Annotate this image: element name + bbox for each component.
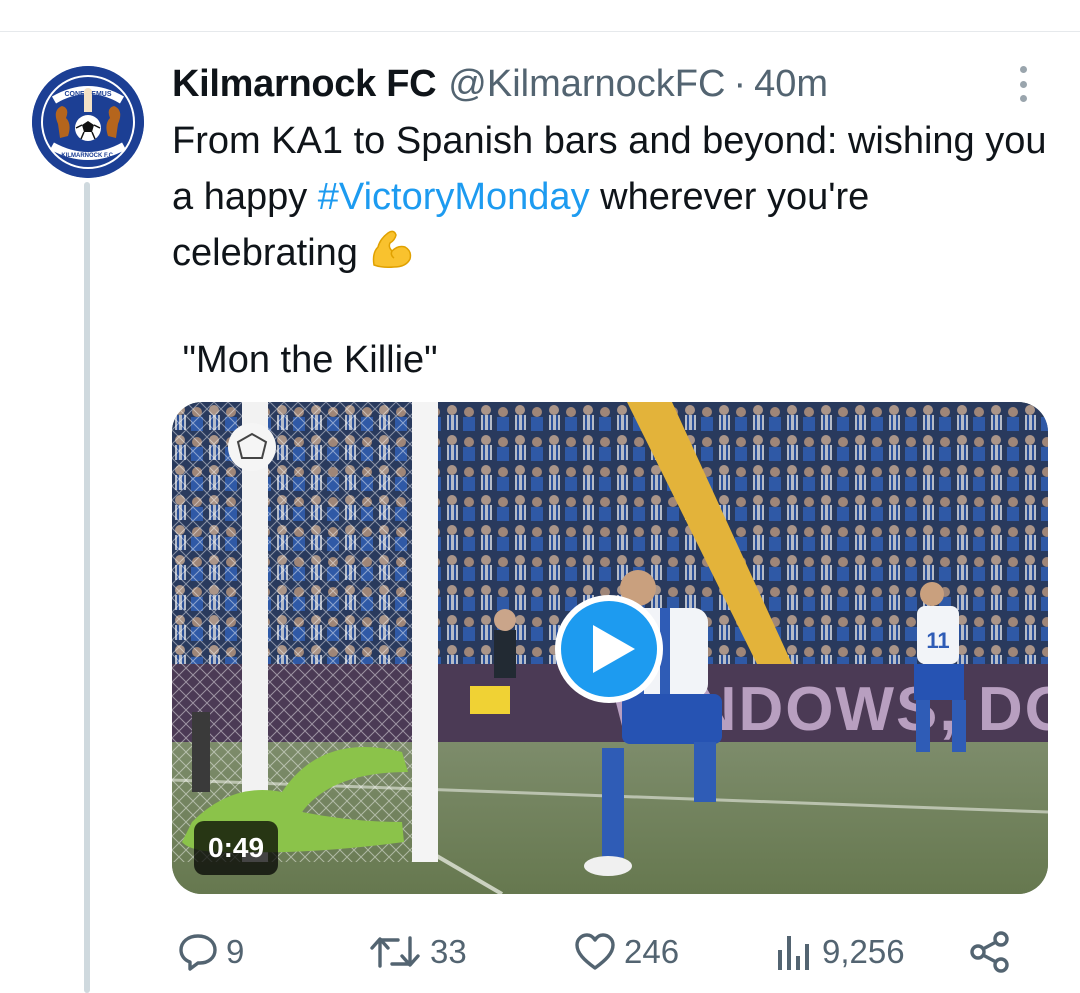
share-icon xyxy=(970,931,1009,973)
retweet-count: 33 xyxy=(430,933,467,970)
thread-line xyxy=(84,182,90,993)
analytics-icon xyxy=(778,936,809,970)
author-name[interactable]: Kilmarnock FC xyxy=(172,63,437,106)
author-handle[interactable]: @KilmarnockFC xyxy=(448,63,725,106)
heart-icon xyxy=(575,933,615,970)
view-count: 9,256 xyxy=(822,933,905,970)
hashtag-link[interactable]: #VictoryMonday xyxy=(318,176,590,218)
like-count: 246 xyxy=(624,933,680,970)
reply-button[interactable]: 9 xyxy=(176,925,244,979)
reply-count: 9 xyxy=(226,933,245,970)
tweet-quote-line: "Mon the Killie" xyxy=(172,339,438,381)
retweet-icon xyxy=(370,936,420,968)
play-button[interactable] xyxy=(555,595,663,703)
like-button[interactable]: 246 xyxy=(572,925,679,979)
more-options-icon[interactable] xyxy=(1008,64,1038,104)
play-icon xyxy=(593,625,635,673)
svg-text:KILMARNOCK F.C.: KILMARNOCK F.C. xyxy=(61,153,115,159)
separator-dot: · xyxy=(733,62,747,105)
tweet-actions: 9 33 246 9,256 xyxy=(172,925,1032,979)
video-thumbnail[interactable]: WINDOWS, DOOR 11 xyxy=(172,402,1048,894)
tweet-text: From KA1 to Spanish bars and beyond: wis… xyxy=(172,113,1052,281)
share-button[interactable] xyxy=(968,925,1012,979)
retweet-button[interactable]: 33 xyxy=(368,925,467,979)
svg-text:11: 11 xyxy=(926,628,949,653)
reply-icon xyxy=(179,934,217,971)
top-divider xyxy=(0,31,1080,32)
flexed-biceps-icon xyxy=(368,225,414,271)
tweet-timestamp[interactable]: 40m xyxy=(754,63,828,106)
video-duration: 0:49 xyxy=(194,821,279,875)
tweet-header: Kilmarnock FC @KilmarnockFC · 40m xyxy=(172,60,828,108)
views-button[interactable]: 9,256 xyxy=(772,925,905,979)
kilmarnock-crest-icon: CONFIDEMUS KILMARNOCK F.C. xyxy=(32,66,144,178)
avatar[interactable]: CONFIDEMUS KILMARNOCK F.C. xyxy=(32,66,144,178)
